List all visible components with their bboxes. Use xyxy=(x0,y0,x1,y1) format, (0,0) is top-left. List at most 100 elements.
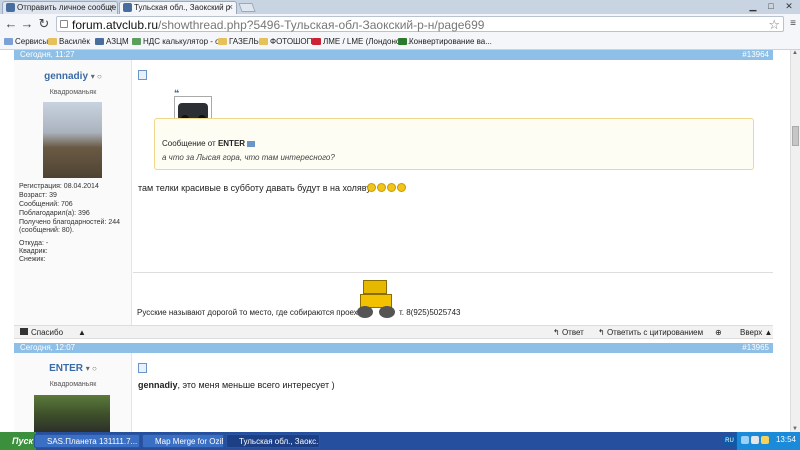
system-tray: 13:54 xyxy=(736,432,800,450)
smiley-icon xyxy=(367,183,376,192)
page-icon xyxy=(60,20,68,28)
username-link[interactable]: gennadiy ▾ ○ xyxy=(14,71,132,82)
close-window-button[interactable]: ✕ xyxy=(780,0,798,12)
folder-icon xyxy=(218,38,227,45)
user-sidebar: ENTER ▾ ○ Квадроманьяк xyxy=(14,353,132,432)
stat-posts: Сообщений: 706 xyxy=(19,201,73,208)
post-header: Сегодня, 11:27 #13964 xyxy=(14,50,773,60)
stat-thanks-received: Получено благодарностей: 244 xyxy=(19,219,121,226)
windows-taskbar: Пуск SAS.Планета 131111.7... Map Merge f… xyxy=(0,432,800,450)
forward-arrow-icon[interactable]: → xyxy=(20,17,34,31)
task-sas-planeta[interactable]: SAS.Планета 131111.7... xyxy=(34,434,140,448)
quote-block: Сообщение от ENTER а что за Лысая гора, … xyxy=(154,118,754,170)
tray-icon[interactable] xyxy=(761,436,769,444)
bookmark-nds[interactable]: НДС калькулятор - о... xyxy=(132,34,226,49)
tray-icon[interactable] xyxy=(751,436,759,444)
post-number-link[interactable]: #13964 xyxy=(742,50,769,60)
page-content: Сегодня, 11:27 #13964 gennadiy ▾ ○ Квадр… xyxy=(0,50,790,432)
avatar[interactable] xyxy=(34,395,110,432)
reply-icon: ↰ xyxy=(553,328,560,337)
stat-registration: Регистрация: 08.04.2014 xyxy=(19,183,99,190)
clock[interactable]: 13:54 xyxy=(776,435,796,444)
site-icon xyxy=(312,38,321,45)
user-title: Квадроманьяк xyxy=(49,89,97,96)
reply-button[interactable]: ↰ Ответ xyxy=(553,326,584,339)
post-number-link[interactable]: #13965 xyxy=(742,343,769,353)
multiquote-icon: ⊕ xyxy=(715,328,722,337)
post-message: там телки красивые в субботу давать буду… xyxy=(138,183,371,193)
user-title: Квадроманьяк xyxy=(49,381,97,388)
smiley-icon xyxy=(397,183,406,192)
signature-divider xyxy=(133,272,773,273)
tray-icon[interactable] xyxy=(741,436,749,444)
warning-icon: ▲ xyxy=(78,328,86,337)
task-browser[interactable]: Тульская обл., Заокс... xyxy=(226,434,320,448)
thumbs-up-icon xyxy=(20,328,28,335)
maximize-button[interactable]: □ xyxy=(762,0,780,12)
reload-icon[interactable]: ↻ xyxy=(37,17,51,31)
minimize-button[interactable]: ▁ xyxy=(744,0,762,12)
bookmark-azcm[interactable]: АЗЦМ xyxy=(95,34,129,49)
avatar[interactable] xyxy=(43,102,102,178)
post-actions-bar: Спасибо ▲ ↰ Ответ ↰ Ответить с цитирован… xyxy=(14,325,773,339)
browser-toolbar: ← → ↻ forum.atvclub.ru/showthread.php?54… xyxy=(0,14,800,34)
favicon-icon xyxy=(123,3,132,12)
task-map-merge[interactable]: Map Merge for OziExplorer xyxy=(142,434,224,448)
bookmark-vasilek[interactable]: Василёк xyxy=(48,34,90,49)
site-icon xyxy=(132,38,141,45)
folder-icon xyxy=(259,38,268,45)
smiley-icon xyxy=(387,183,396,192)
site-icon xyxy=(95,38,104,45)
bookmark-star-icon[interactable]: ☆ xyxy=(768,17,780,33)
tab-title: Тульская обл., Заокский р xyxy=(134,3,231,12)
quote-header: Сообщение от ENTER xyxy=(162,139,256,148)
close-tab-icon[interactable]: × xyxy=(228,2,233,13)
view-post-icon[interactable] xyxy=(247,140,256,147)
bookmark-converter[interactable]: Конвертирование ва... xyxy=(398,34,492,49)
stat-snowmobile: Снежик: xyxy=(19,256,46,263)
favicon-icon xyxy=(6,3,15,12)
report-button[interactable]: ▲ xyxy=(78,326,86,339)
post-date: Сегодня, 12:07 xyxy=(20,343,76,352)
scroll-up-icon[interactable]: ▲ xyxy=(792,50,798,56)
post-header: Сегодня, 12:07 #13965 xyxy=(14,343,773,353)
mentioned-user: gennadiy xyxy=(138,380,178,390)
roller-image xyxy=(357,280,397,320)
browser-tab-bar: Отправить личное сообще × Тульская обл.,… xyxy=(0,0,800,14)
quote-text: а что за Лысая гора, что там интересного… xyxy=(162,153,335,162)
scrollbar[interactable]: ▲ ▼ xyxy=(790,50,800,432)
bookmark-lme[interactable]: ЛМЕ / LME (Лондонск... xyxy=(312,34,410,49)
user-sidebar: gennadiy ▾ ○ Квадроманьяк Регистрация: 0… xyxy=(14,60,132,325)
post-date: Сегодня, 11:27 xyxy=(20,50,75,59)
reply-quote-button[interactable]: ↰ Ответить с цитированием xyxy=(598,326,703,339)
stat-atv: Квадрик: xyxy=(19,248,48,255)
thanks-button[interactable]: Спасибо xyxy=(20,326,63,339)
username-link[interactable]: ENTER ▾ ○ xyxy=(14,363,132,374)
bookmark-apps[interactable]: Сервисы xyxy=(4,34,48,49)
quote-reply-icon: ↰ xyxy=(598,328,605,337)
smiley-icon xyxy=(377,183,386,192)
site-icon xyxy=(398,38,407,45)
close-tab-icon[interactable]: × xyxy=(109,2,114,13)
address-bar[interactable]: forum.atvclub.ru/showthread.php?5496-Тул… xyxy=(56,16,784,32)
stat-thanks-posts: (сообщений: 80). xyxy=(19,227,74,234)
post-icon xyxy=(138,70,147,80)
tab-private-message[interactable]: Отправить личное сообще × xyxy=(2,1,118,14)
new-tab-button[interactable] xyxy=(238,3,256,12)
start-button[interactable]: Пуск xyxy=(0,432,36,450)
top-button[interactable]: Вверх ▲ xyxy=(740,326,772,339)
bookmark-gazel[interactable]: ГАЗЕЛЬ xyxy=(218,34,259,49)
multiquote-button[interactable]: ⊕ xyxy=(715,326,722,339)
folder-icon xyxy=(48,38,57,45)
bookmark-photoshop[interactable]: ФОТОШОП xyxy=(259,34,312,49)
apps-icon xyxy=(4,38,13,45)
menu-icon[interactable]: ≡ xyxy=(786,17,800,31)
back-arrow-icon[interactable]: ← xyxy=(4,17,18,31)
stat-thanked: Поблагодарил(а): 396 xyxy=(19,210,90,217)
signature-text: Русские называют дорогой то место, где с… xyxy=(137,308,373,317)
quote-author: ENTER xyxy=(217,139,246,148)
tab-thread[interactable]: Тульская обл., Заокский р × xyxy=(119,1,237,14)
language-indicator[interactable]: RU xyxy=(724,436,735,446)
stat-location: Откуда: - xyxy=(19,240,49,247)
scrollbar-thumb[interactable] xyxy=(792,126,799,146)
